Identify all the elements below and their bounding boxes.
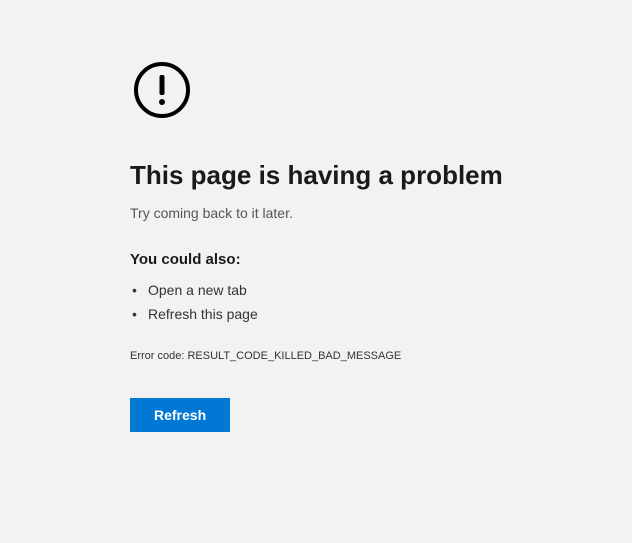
error-subtext: Try coming back to it later. [130,205,632,221]
refresh-button[interactable]: Refresh [130,398,230,432]
error-code-value: RESULT_CODE_KILLED_BAD_MESSAGE [187,350,401,362]
error-heading: This page is having a problem [130,160,632,191]
list-item: Refresh this page [132,302,632,326]
suggestions-heading: You could also: [130,251,632,268]
error-code: Error code: RESULT_CODE_KILLED_BAD_MESSA… [130,350,632,362]
list-item: Open a new tab [132,278,632,302]
error-icon [132,60,192,120]
suggestions-list: Open a new tab Refresh this page [130,278,632,326]
error-code-label: Error code: [130,350,187,362]
